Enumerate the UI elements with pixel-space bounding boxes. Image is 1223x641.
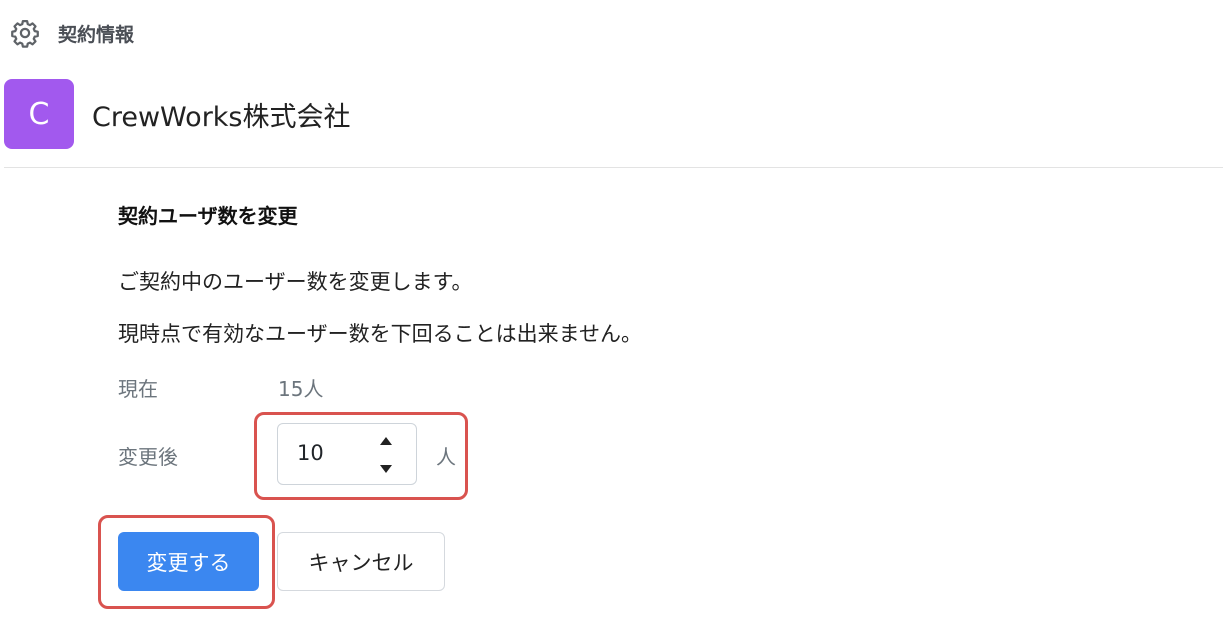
increment-arrow-icon[interactable] — [374, 431, 398, 451]
section-title: 契約ユーザ数を変更 — [118, 204, 298, 228]
decrement-arrow-icon[interactable] — [374, 459, 398, 479]
page: 契約情報 C CrewWorks株式会社 契約ユーザ数を変更 ご契約中のユーザー… — [0, 0, 1223, 641]
user-count-input[interactable]: 10 — [277, 423, 417, 485]
company-info: C CrewWorks株式会社 — [4, 79, 351, 149]
divider — [4, 167, 1223, 168]
cancel-button[interactable]: キャンセル — [277, 532, 445, 591]
user-count-unit: 人 — [436, 445, 456, 469]
current-users-label: 現在 — [118, 377, 158, 401]
user-count-value[interactable]: 10 — [297, 441, 324, 465]
description-text: ご契約中のユーザー数を変更します。 — [118, 270, 473, 294]
avatar: C — [4, 79, 74, 149]
gear-icon — [8, 16, 42, 50]
page-title: 契約情報 — [58, 23, 135, 46]
page-header: 契約情報 — [8, 14, 134, 52]
submit-button[interactable]: 変更する — [118, 532, 259, 591]
new-users-label: 変更後 — [118, 445, 178, 469]
company-name: CrewWorks株式会社 — [92, 101, 351, 133]
description-note: 現時点で有効なユーザー数を下回ることは出来ません。 — [118, 322, 642, 346]
current-users-value: 15人 — [278, 377, 324, 401]
